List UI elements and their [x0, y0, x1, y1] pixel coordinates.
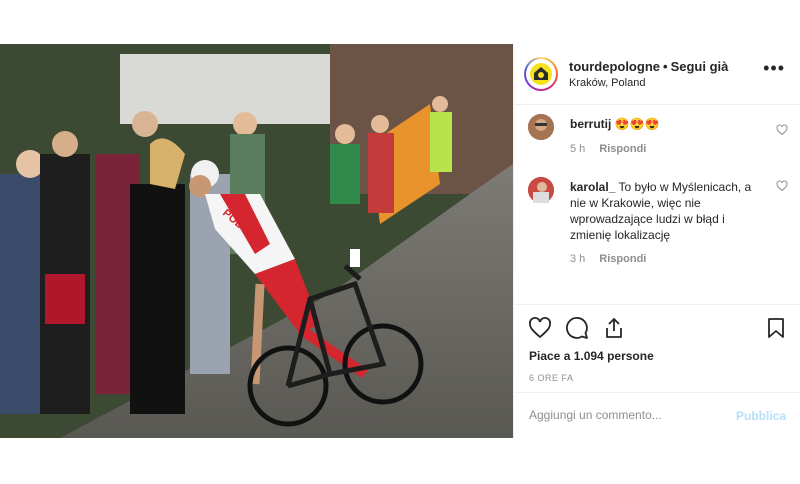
- username-link[interactable]: tourdepologne: [569, 59, 660, 74]
- comment-username[interactable]: karolal_: [570, 180, 615, 194]
- comment-age: 3 h: [570, 253, 586, 265]
- comment-meta: 3 h Rispondi: [570, 253, 646, 265]
- comment-body: 😍😍😍: [614, 117, 660, 131]
- add-comment-input[interactable]: [529, 408, 719, 422]
- comments-list: berrutij 😍😍😍 5 h Rispondi karolal_ To był…: [514, 105, 800, 305]
- save-bookmark-icon[interactable]: [764, 316, 788, 340]
- more-options-icon[interactable]: •••: [763, 58, 785, 79]
- like-comment-heart-icon[interactable]: [776, 180, 788, 192]
- reply-button[interactable]: Rispondi: [599, 143, 646, 155]
- location-link[interactable]: Kraków, Poland: [569, 77, 645, 89]
- commenter-avatar[interactable]: [528, 177, 554, 203]
- comment-username[interactable]: berrutij: [570, 117, 611, 131]
- post-header: tourdepologne • Segui già Kraków, Poland •…: [514, 44, 800, 105]
- commenter-avatar[interactable]: [528, 114, 554, 140]
- comment-text: karolal_ To było w Myślenicach, a nie w …: [570, 179, 760, 243]
- separator-dot: •: [663, 59, 668, 74]
- account-avatar[interactable]: [524, 57, 558, 91]
- account-line: tourdepologne • Segui già: [569, 59, 728, 74]
- like-comment-heart-icon[interactable]: [776, 124, 788, 136]
- publish-button[interactable]: Pubblica: [736, 409, 786, 423]
- post-timestamp: 6 ORE FA: [529, 373, 574, 383]
- comment-meta: 5 h Rispondi: [570, 143, 646, 155]
- add-comment-bar: Pubblica: [514, 392, 800, 440]
- likes-count[interactable]: Piace a 1.094 persone: [529, 349, 654, 363]
- cyclist-kiss-photo: POLSKA: [0, 44, 513, 438]
- share-icon[interactable]: [602, 316, 626, 340]
- reply-button[interactable]: Rispondi: [599, 253, 646, 265]
- follow-button[interactable]: Segui già: [671, 59, 729, 74]
- like-heart-icon[interactable]: [528, 316, 552, 340]
- instagram-post: POLSKA tourdepologne • Segui già Kraków,…: [0, 44, 800, 438]
- post-photo[interactable]: POLSKA: [0, 44, 513, 438]
- comment-bubble-icon[interactable]: [565, 316, 589, 340]
- comment-text: berrutij 😍😍😍: [570, 116, 760, 132]
- post-actions: Piace a 1.094 persone 6 ORE FA Pubblica: [514, 304, 800, 439]
- comment-age: 5 h: [570, 143, 586, 155]
- tour-de-pologne-logo-icon: [530, 63, 552, 85]
- post-sidebar: tourdepologne • Segui già Kraków, Poland •…: [513, 44, 800, 438]
